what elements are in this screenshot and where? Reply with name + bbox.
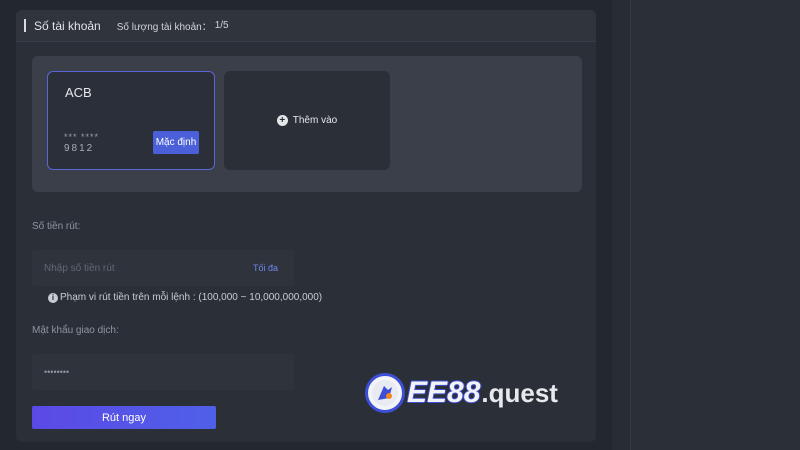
brand-name: EE88: [407, 376, 481, 409]
password-label: Mật khẩu giao dịch:: [32, 325, 119, 336]
amount-input[interactable]: [32, 250, 232, 286]
brand-logo-icon: [365, 373, 405, 413]
bank-name: ACB: [65, 85, 92, 100]
range-text: Phạm vi rút tiền trên mỗi lệnh : (100,00…: [60, 292, 323, 303]
add-card-button[interactable]: + Thêm vào: [224, 71, 390, 170]
brand-watermark: EE88 .quest: [365, 373, 558, 413]
bank-cards-area: ACB *** **** 9812 Mặc định + Thêm vào: [32, 56, 582, 192]
left-background: [0, 0, 15, 450]
withdraw-panel: Số tài khoản Số lượng tài khoản： 1/5 ACB…: [16, 10, 596, 442]
right-gutter: [612, 0, 630, 450]
add-card-label: Thêm vào: [292, 115, 338, 126]
account-count-label: Số lượng tài khoản：: [116, 22, 212, 33]
card-number-mask: *** ****: [64, 132, 100, 142]
card-last-digits: 9812: [64, 143, 95, 154]
account-count-value: 1/5: [214, 20, 229, 31]
transaction-password-input[interactable]: [32, 354, 294, 390]
amount-field: Tối đa: [32, 250, 294, 286]
withdraw-now-button[interactable]: Rút ngay: [32, 406, 216, 429]
panel-header: Số tài khoản Số lượng tài khoản： 1/5: [16, 10, 596, 42]
brand-suffix: .quest: [481, 377, 558, 408]
withdraw-range-note: i Phạm vi rút tiền trên mỗi lệnh : (100,…: [48, 292, 322, 303]
max-amount-link[interactable]: Tối đa: [253, 263, 278, 273]
bank-card-acb[interactable]: ACB *** **** 9812 Mặc định: [47, 71, 215, 170]
default-card-button[interactable]: Mặc định: [153, 131, 199, 154]
header-accent-bar: [24, 19, 26, 32]
right-side-panel: [630, 0, 800, 450]
section-title: Số tài khoản: [34, 18, 101, 33]
info-icon: i: [48, 292, 58, 303]
amount-label: Số tiền rút:: [32, 221, 81, 232]
plus-circle-icon: +: [276, 115, 288, 126]
